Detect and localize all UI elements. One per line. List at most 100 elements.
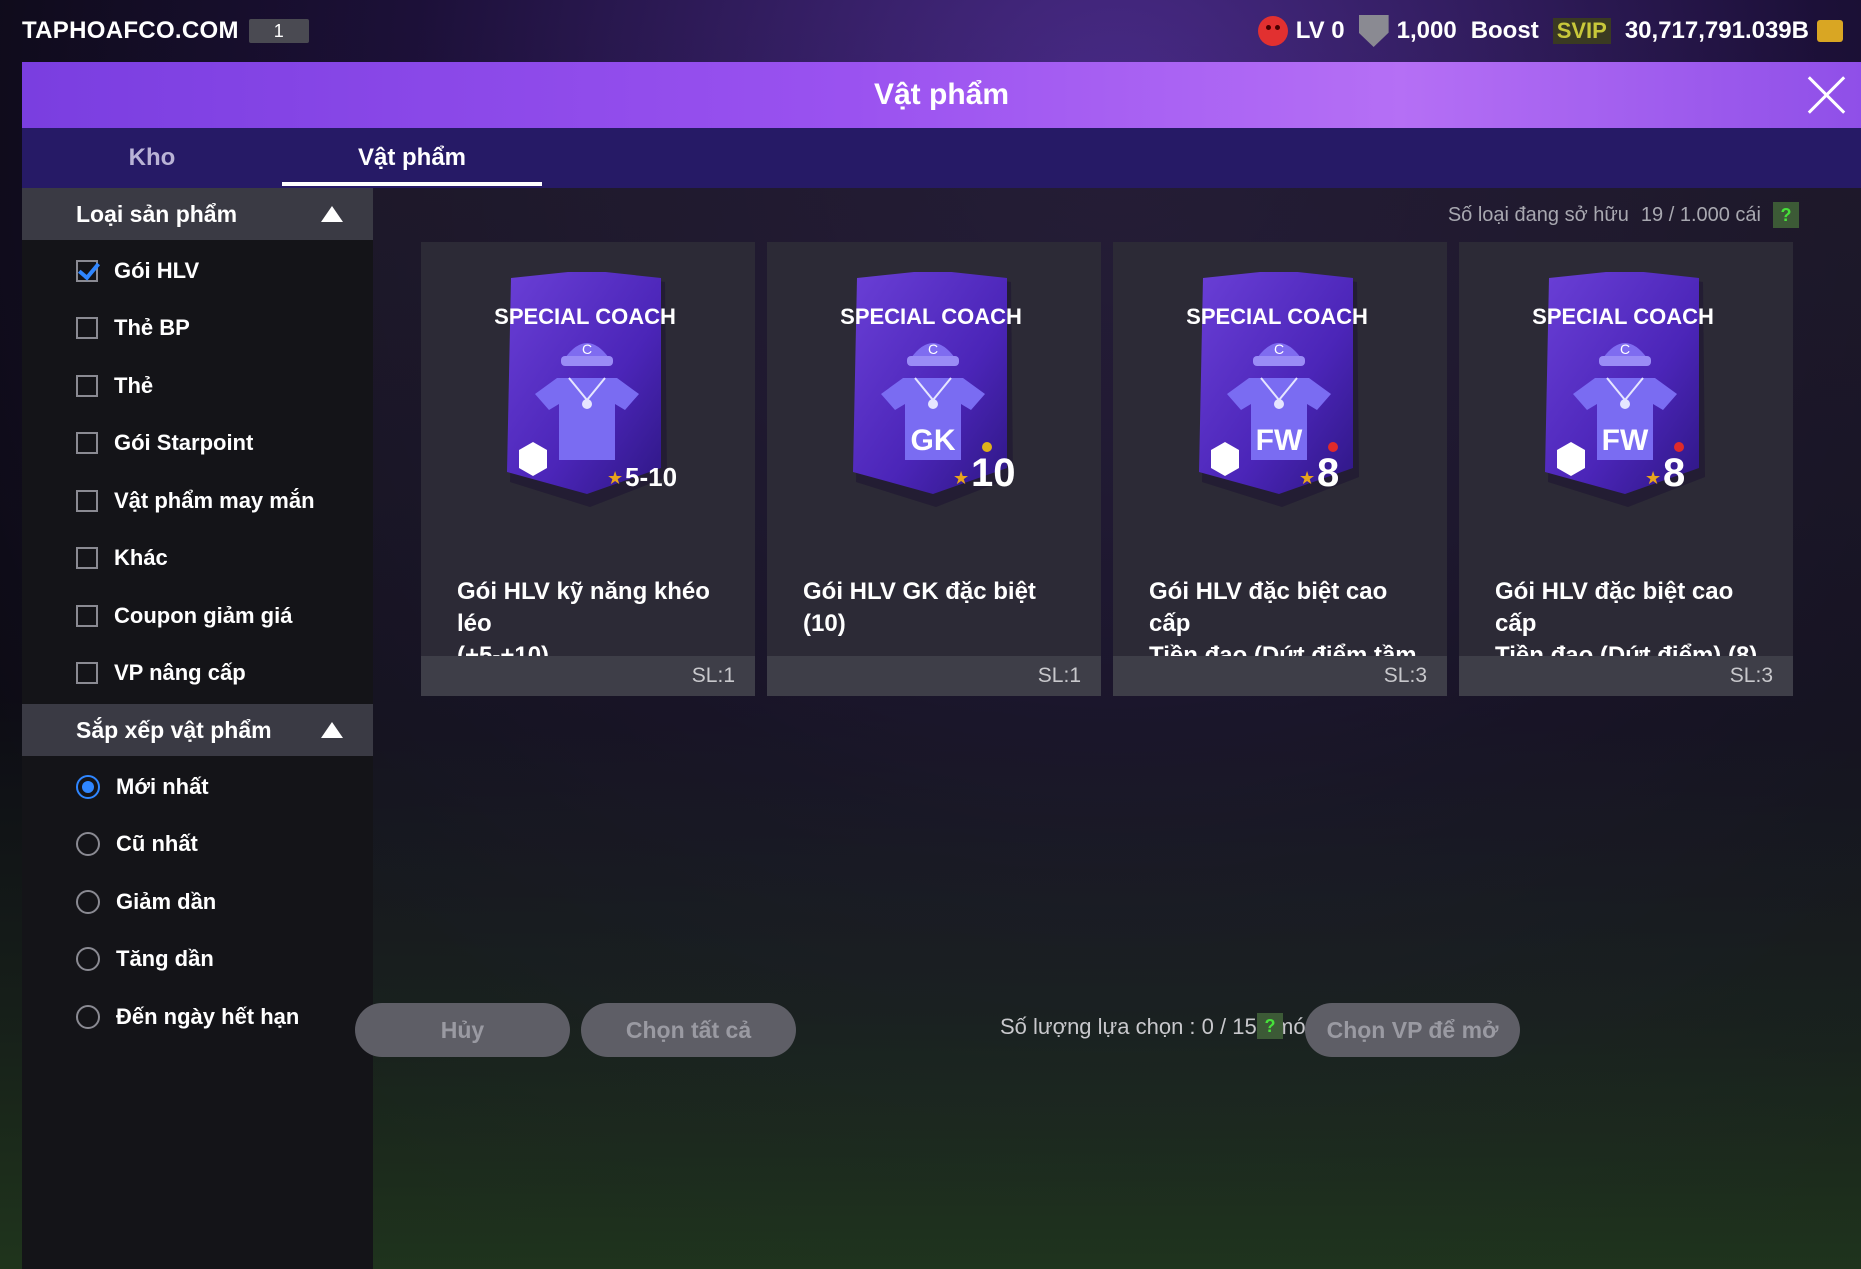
item-card[interactable]: SPECIAL COACH C FW ★ 8 Gói HLV đặc biệt cao c… [1113,242,1447,696]
cap-letter: C [928,341,938,357]
item-card[interactable]: SPECIAL COACH C ★ 5-10 Gói HLV kỹ năng khéo … [421,242,755,696]
item-quantity: SL:3 [1113,656,1447,696]
filter-item[interactable]: Khác [22,530,373,588]
filter-label: Vật phẩm may mắn [114,487,315,513]
filter-checkbox[interactable] [76,662,98,685]
sort-list: Mới nhất Cũ nhất Giảm dần Tăng dần Đến ngày … [22,756,373,1048]
open-items-button[interactable]: Chọn VP để mở [1305,1003,1520,1057]
panel-header: Vật phẩm [22,62,1861,128]
position-label: FW [1602,424,1649,457]
panel-title: Vật phẩm [873,78,1010,111]
level-value: LV 0 [1295,17,1345,44]
sort-radio[interactable] [76,1004,100,1029]
collapse-arrow-icon[interactable] [321,206,343,222]
filter-list: Gói HLV Thẻ BP Thẻ Gói Starpoint Vật phẩm ma… [22,240,373,704]
filter-item[interactable]: Vật phẩm may mắn [22,472,373,530]
filter-section-title: Loại sản phẩm [76,200,238,227]
filter-section-header[interactable]: Loại sản phẩm [22,188,373,240]
item-card[interactable]: SPECIAL COACH C FW ★ 8 Gói HLV đặc biệt cao c… [1459,242,1793,696]
tab-vat-pham[interactable]: Vật phẩm [282,128,542,188]
sort-option[interactable]: Giảm dần [22,873,373,931]
sort-option[interactable]: Đến ngày hết hạn [22,988,373,1046]
help-icon[interactable]: ? [1773,202,1799,228]
points-value: 1,000 [1396,17,1457,44]
filter-item[interactable]: Thẻ BP [22,300,373,358]
item-quantity: SL:3 [1459,656,1793,696]
star-icon: ★ [953,468,969,488]
balance-stat: 30,717,791.039B [1625,17,1843,45]
filter-label: VP nâng cấp [114,660,246,686]
filter-checkbox[interactable] [76,547,98,570]
owned-label: Số loại đang sở hữu [1447,203,1629,226]
filter-item[interactable]: VP nâng cấp [22,645,373,703]
sort-section-header[interactable]: Sắp xếp vật phẩm [22,704,373,756]
filter-item[interactable]: Coupon giảm giá [22,587,373,645]
filter-checkbox[interactable] [76,259,98,282]
collapse-arrow-icon[interactable] [321,722,343,738]
position-label: FW [1256,424,1303,457]
filter-checkbox[interactable] [76,374,98,397]
star-icon: ★ [1645,468,1661,488]
item-card[interactable]: SPECIAL COACH C GK ★ 10 Gói HLV GK đặc biệt (… [767,242,1101,696]
filter-checkbox[interactable] [76,489,98,512]
grade-value: 10 [971,451,1016,495]
svip-badge: SVIP [1552,18,1611,44]
points-stat: 1,000 [1358,15,1457,47]
sidebar: Loại sản phẩm Gói HLV Thẻ BP Thẻ Gói Starpo… [22,188,373,1269]
filter-item[interactable]: Gói Starpoint [22,415,373,473]
pack-header-text: SPECIAL COACH [1533,304,1714,329]
filter-label: Thẻ [114,372,154,398]
tab-bar: Kho Vật phẩm [22,128,1861,188]
item-name-line: Gói HLV GK đặc biệt (10) [803,578,1036,637]
boost-label: Boost [1470,17,1539,44]
coach-pack-art: SPECIAL COACH C FW ★ 8 [1187,272,1368,507]
level-stat: LV 0 [1257,16,1345,46]
position-label: GK [911,424,956,457]
sort-radio[interactable] [76,774,100,799]
site-name: TAPHOAFCO.COM [22,17,239,44]
cap-letter: C [1620,341,1630,357]
filter-item[interactable]: Gói HLV [22,242,373,300]
sort-radio[interactable] [76,832,100,857]
sort-radio[interactable] [76,889,100,914]
shield-icon [1358,15,1389,47]
sort-option[interactable]: Mới nhất [22,758,373,816]
item-name-line: Gói HLV đặc biệt cao cấp [1495,578,1734,637]
select-all-button[interactable]: Chọn tất cả [581,1003,796,1057]
sort-label: Tăng dần [116,946,214,972]
cancel-button[interactable]: Hủy [355,1003,570,1057]
grade-value: 5-10 [625,462,677,492]
filter-item[interactable]: Thẻ [22,357,373,415]
top-status-bar: TAPHOAFCO.COM 1 LV 0 1,000 Boost SVIP 30… [0,0,1861,62]
grade-value: 8 [1663,451,1685,495]
balance-value: 30,717,791.039B [1624,17,1809,44]
item-quantity: SL:1 [421,656,755,696]
help-icon[interactable]: ? [1257,1013,1283,1039]
filter-checkbox[interactable] [76,317,98,340]
star-icon: ★ [607,468,623,488]
sort-label: Cũ nhất [116,831,198,857]
coach-pack-art: SPECIAL COACH C GK ★ 10 [841,272,1022,507]
grade-value: 8 [1317,451,1339,495]
coach-pack-art: SPECIAL COACH C ★ 5-10 [495,272,677,507]
sort-section-title: Sắp xếp vật phẩm [76,716,272,743]
filter-checkbox[interactable] [76,432,98,455]
coach-pack-art: SPECIAL COACH C FW ★ 8 [1533,272,1714,507]
tab-kho[interactable]: Kho [22,128,282,188]
filter-label: Coupon giảm giá [114,602,293,628]
coin-icon [1817,20,1843,42]
sort-radio[interactable] [76,947,100,972]
sort-label: Đến ngày hết hạn [116,1003,300,1029]
site-badge: 1 [248,19,309,43]
sort-option[interactable]: Tăng dần [22,931,373,989]
cap-letter: C [582,341,592,357]
sort-option[interactable]: Cũ nhất [22,816,373,874]
owned-value: 19 / 1.000 cái [1640,203,1761,226]
sort-label: Mới nhất [116,773,209,799]
item-name-line: Gói HLV kỹ năng khéo léo [457,578,710,637]
close-icon[interactable] [1805,72,1849,116]
item-name: Gói HLV GK đặc biệt (10) [803,576,1083,640]
sad-face-icon [1257,16,1288,46]
cap-letter: C [1274,341,1284,357]
filter-checkbox[interactable] [76,604,98,627]
